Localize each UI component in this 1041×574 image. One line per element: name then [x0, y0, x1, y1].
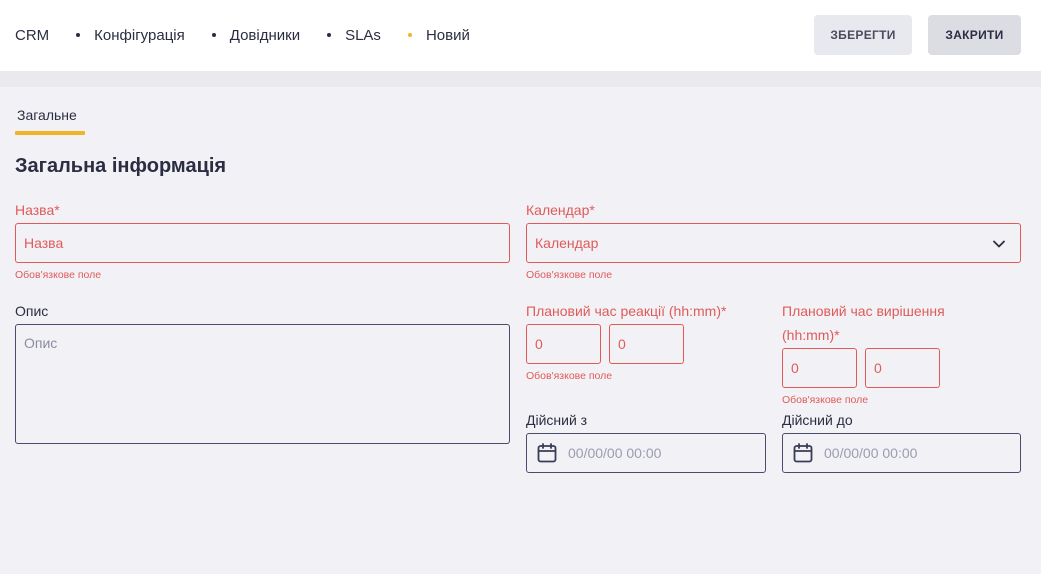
calendar-required-hint: Обов'язкове поле [526, 269, 613, 281]
reaction-time-required-hint: Обов'язкове поле [526, 370, 613, 382]
name-label: Назва* [15, 202, 60, 218]
valid-from-field[interactable] [526, 433, 766, 473]
calendar-icon[interactable] [536, 442, 558, 464]
resolution-time-label-format: (hh:mm)* [782, 327, 840, 343]
tab-general[interactable]: Загальне [15, 104, 85, 135]
calendar-select[interactable]: Календар [526, 223, 1021, 263]
valid-to-label: Дійсний до [782, 412, 853, 428]
breadcrumb-separator-current [407, 33, 412, 37]
tab-general-label: Загальне [17, 107, 77, 123]
description-label: Опис [15, 303, 49, 319]
valid-to-input[interactable] [824, 445, 1004, 461]
save-button[interactable]: ЗБЕРЕГТИ [814, 15, 912, 55]
name-required-hint: Обов'язкове поле [15, 269, 102, 281]
reaction-time-label: Плановий час реакції (hh:mm)* [526, 303, 727, 319]
breadcrumb-item-configuration[interactable]: Конфігурація [94, 27, 185, 44]
breadcrumb-separator [211, 33, 216, 37]
name-input[interactable] [15, 223, 510, 263]
reaction-hours-input[interactable] [526, 324, 601, 364]
description-textarea[interactable] [15, 324, 510, 444]
top-bar: CRM Конфігурація Довідники SLAs Новий ЗБ… [0, 0, 1041, 71]
breadcrumb-item-directories[interactable]: Довідники [230, 27, 300, 44]
valid-to-field[interactable] [782, 433, 1021, 473]
tab-active-indicator [15, 131, 85, 135]
valid-from-label: Дійсний з [526, 412, 588, 428]
breadcrumb: CRM Конфігурація Довідники SLAs Новий [15, 26, 470, 44]
breadcrumb-item-slas[interactable]: SLAs [345, 27, 381, 44]
resolution-minutes-input[interactable] [865, 348, 940, 388]
close-button[interactable]: ЗАКРИТИ [928, 15, 1021, 55]
calendar-icon[interactable] [792, 442, 814, 464]
chevron-down-icon [993, 240, 1005, 248]
valid-from-input[interactable] [568, 445, 748, 461]
resolution-hours-input[interactable] [782, 348, 857, 388]
resolution-time-label: Плановий час вирішення [782, 303, 945, 319]
calendar-select-value: Календар [535, 235, 599, 251]
resolution-time-required-hint: Обов'язкове поле [782, 394, 869, 406]
breadcrumb-item-crm[interactable]: CRM [15, 27, 49, 44]
section-title: Загальна інформація [15, 155, 227, 177]
calendar-label: Календар* [526, 202, 595, 218]
reaction-minutes-input[interactable] [609, 324, 684, 364]
breadcrumb-item-new: Новий [425, 26, 470, 44]
breadcrumb-separator [327, 33, 332, 37]
header-divider [0, 71, 1041, 87]
breadcrumb-separator [76, 33, 81, 37]
